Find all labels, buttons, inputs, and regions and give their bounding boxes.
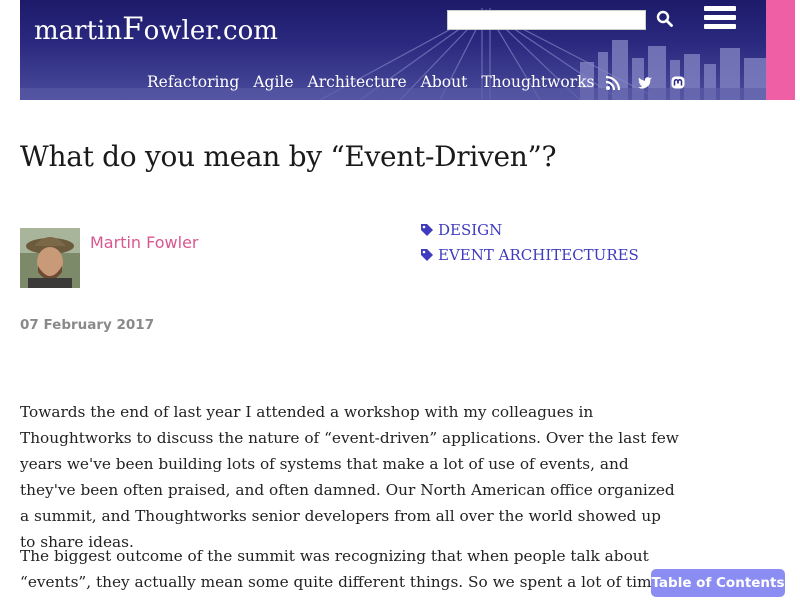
nav-thoughtworks[interactable]: Thoughtworks bbox=[481, 73, 594, 91]
logo-suffix: owler.com bbox=[143, 16, 278, 46]
article-paragraph: The biggest outcome of the summit was re… bbox=[20, 547, 661, 591]
main-nav: Refactoring Agile Architecture About Thought… bbox=[147, 73, 608, 91]
tag-label: EVENT ARCHITECTURES bbox=[438, 245, 639, 264]
author-name[interactable]: Martin Fowler bbox=[90, 233, 199, 252]
tag-label: DESIGN bbox=[438, 220, 503, 239]
search-input[interactable] bbox=[447, 10, 646, 30]
rss-icon[interactable] bbox=[605, 75, 621, 91]
site-logo[interactable]: martinFowler.com bbox=[34, 11, 278, 47]
article-paragraph: Towards the end of last year I attended … bbox=[20, 403, 679, 551]
tag-icon bbox=[421, 223, 433, 236]
page-title: What do you mean by “Event-Driven”? bbox=[20, 140, 557, 173]
table-of-contents-button[interactable]: Table of Contents bbox=[651, 569, 785, 597]
twitter-icon[interactable] bbox=[637, 75, 653, 91]
author-avatar[interactable] bbox=[20, 228, 80, 288]
nav-about[interactable]: About bbox=[421, 73, 468, 91]
search-icon[interactable] bbox=[656, 10, 674, 28]
nav-architecture[interactable]: Architecture bbox=[308, 73, 407, 91]
site-header: martinFowler.com Refactoring Agile Archite… bbox=[20, 0, 766, 100]
accent-strip bbox=[766, 0, 795, 100]
mastodon-icon[interactable] bbox=[670, 75, 686, 91]
tag-link[interactable]: DESIGN bbox=[420, 217, 639, 242]
logo-initial: F bbox=[122, 11, 144, 47]
hamburger-menu-icon[interactable] bbox=[704, 6, 736, 32]
nav-agile[interactable]: Agile bbox=[253, 73, 293, 91]
tag-list: DESIGN EVENT ARCHITECTURES bbox=[420, 217, 639, 267]
tag-link[interactable]: EVENT ARCHITECTURES bbox=[420, 242, 639, 267]
nav-refactoring[interactable]: Refactoring bbox=[147, 73, 239, 91]
logo-prefix: martin bbox=[34, 16, 123, 46]
tag-icon bbox=[421, 248, 433, 261]
publish-date: 07 February 2017 bbox=[20, 317, 155, 333]
